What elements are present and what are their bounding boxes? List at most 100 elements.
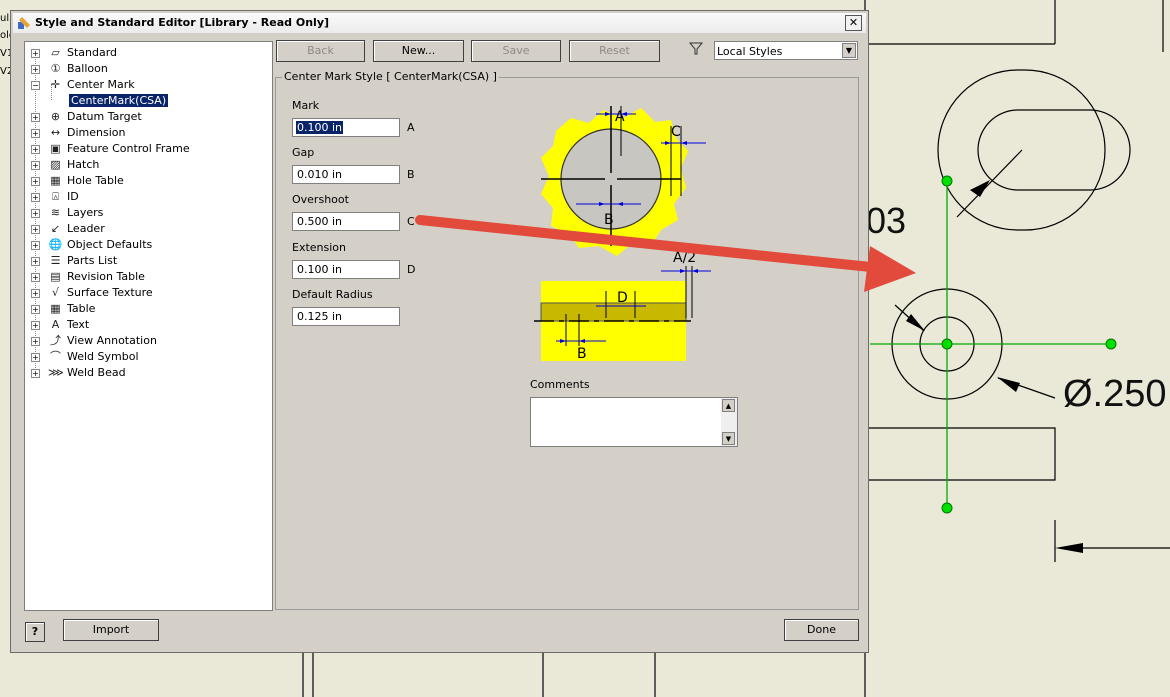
scroll-up-icon[interactable]: ▲ [722, 399, 735, 412]
tree-item-label: Dimension [67, 126, 126, 139]
style-filter-value: Local Styles [717, 45, 783, 58]
gap-field[interactable]: 0.010 in [292, 165, 400, 184]
expand-icon[interactable]: + [31, 369, 40, 378]
style-tree[interactable]: + ▱ Standard + ① Balloon − ✛ Center Mark CenterMa… [24, 41, 273, 611]
tree-item-label: Feature Control Frame [67, 142, 190, 155]
tree-item-table[interactable]: + ▦ Table [25, 301, 270, 317]
filter-icon[interactable] [689, 41, 703, 55]
tree-item-label: Datum Target [67, 110, 142, 123]
reset-button[interactable]: Reset [569, 40, 660, 62]
expand-icon[interactable]: + [31, 145, 40, 154]
expand-icon[interactable]: + [31, 337, 40, 346]
comments-textarea[interactable]: ▲ ▼ [530, 397, 738, 447]
overshoot-field[interactable]: 0.500 in [292, 212, 400, 231]
comments-label: Comments [530, 378, 590, 391]
style-editor-dialog: Style and Standard Editor [Library - Rea… [10, 10, 869, 653]
save-button[interactable]: Save [471, 40, 561, 62]
tree-item-feature-control-frame[interactable]: + ▣ Feature Control Frame [25, 141, 270, 157]
expand-icon[interactable]: + [31, 161, 40, 170]
tree-item-dimension[interactable]: + ↔ Dimension [25, 125, 270, 141]
style-filter-select[interactable]: Local Styles ▼ [714, 41, 858, 60]
leader-icon: ↙ [50, 222, 61, 235]
expand-icon[interactable]: + [31, 321, 40, 330]
tree-item-revision-table[interactable]: + ▤ Revision Table [25, 269, 270, 285]
id-icon: ⍓ [52, 190, 59, 203]
expand-icon[interactable]: + [31, 225, 40, 234]
chevron-down-icon[interactable]: ▼ [842, 43, 856, 58]
expand-icon[interactable]: + [31, 193, 40, 202]
tree-item-surface-texture[interactable]: + √ Surface Texture [25, 285, 270, 301]
diagram-label-b2: B [577, 346, 587, 362]
tree-item-weld-bead[interactable]: + ⋙ Weld Bead [25, 365, 270, 381]
expand-icon[interactable]: + [31, 353, 40, 362]
tree-item-parts-list[interactable]: + ☰ Parts List [25, 253, 270, 269]
revision-table-icon: ▤ [50, 270, 61, 283]
tree-item-leader[interactable]: + ↙ Leader [25, 221, 270, 237]
weld-bead-icon: ⋙ [48, 366, 64, 379]
tree-item-view-annotation[interactable]: + ⤴ View Annotation [25, 333, 270, 349]
tree-item-label: Table [67, 302, 96, 315]
tree-item-object-defaults[interactable]: + 🌐 Object Defaults [25, 237, 270, 253]
overshoot-value: 0.500 in [297, 215, 343, 228]
tree-item-standard[interactable]: + ▱ Standard [25, 45, 270, 61]
tree-item-weld-symbol[interactable]: + ⌒ Weld Symbol [25, 349, 270, 365]
mark-field[interactable]: 0.100 in [292, 118, 400, 137]
tree-item-hole-table[interactable]: + ▦ Hole Table [25, 173, 270, 189]
close-button[interactable]: ✕ [845, 15, 862, 31]
hatch-icon: ▨ [50, 158, 61, 171]
tree-item-text[interactable]: + A Text [25, 317, 270, 333]
tree-item-label: Surface Texture [67, 286, 153, 299]
tree-item-label: Revision Table [67, 270, 145, 283]
diagram-label-d: D [617, 290, 628, 306]
default-radius-field[interactable]: 0.125 in [292, 307, 400, 326]
expand-icon[interactable]: + [31, 305, 40, 314]
expand-icon[interactable]: + [31, 49, 40, 58]
new-button[interactable]: New... [373, 40, 464, 62]
expand-icon[interactable]: + [31, 289, 40, 298]
weld-symbol-icon: ⌒ [50, 350, 61, 363]
scroll-down-icon[interactable]: ▼ [722, 432, 735, 445]
expand-icon[interactable]: + [31, 257, 40, 266]
tree-item-layers[interactable]: + ≋ Layers [25, 205, 270, 221]
mark-label: Mark [292, 99, 320, 112]
default-radius-value: 0.125 in [297, 310, 343, 323]
expand-icon[interactable]: + [31, 209, 40, 218]
tree-item-center-mark[interactable]: − ✛ Center Mark [25, 77, 270, 93]
collapse-icon[interactable]: − [31, 81, 40, 90]
tree-item-label: Hole Table [67, 174, 124, 187]
back-button[interactable]: Back [276, 40, 365, 62]
import-button[interactable]: Import [63, 619, 159, 641]
tree-item-label: Balloon [67, 62, 108, 75]
tree-item-id[interactable]: + ⍓ ID [25, 189, 270, 205]
tree-item-hatch[interactable]: + ▨ Hatch [25, 157, 270, 173]
diagram-label-b: B [604, 212, 614, 228]
dimension-text-top: 03 [866, 200, 907, 241]
expand-icon[interactable]: + [31, 113, 40, 122]
tree-item-datum-target[interactable]: + ⊕ Datum Target [25, 109, 270, 125]
expand-icon[interactable]: + [31, 241, 40, 250]
center-mark-icon: ✛ [50, 78, 61, 91]
diagram-label-a: A [615, 109, 625, 125]
mark-letter: A [407, 121, 415, 134]
extension-field[interactable]: 0.100 in [292, 260, 400, 279]
diagram-label-c: C [671, 124, 681, 140]
layers-icon: ≋ [50, 206, 61, 219]
expand-icon[interactable]: + [31, 65, 40, 74]
object-defaults-icon: 🌐 [48, 238, 63, 251]
datum-target-icon: ⊕ [50, 110, 61, 123]
help-button[interactable]: ? [25, 622, 45, 642]
diagram-label-a-half: A/2 [673, 250, 696, 266]
title-bar: Style and Standard Editor [Library - Rea… [13, 13, 866, 33]
expand-icon[interactable]: + [31, 177, 40, 186]
done-button[interactable]: Done [784, 619, 859, 641]
expand-icon[interactable]: + [31, 273, 40, 282]
center-mark-diagram: A C B A/2 D B [534, 106, 711, 362]
comments-scrollbar[interactable]: ▲ ▼ [721, 398, 737, 446]
tree-item-label: Text [67, 318, 90, 331]
expand-icon[interactable]: + [31, 129, 40, 138]
extension-label: Extension [292, 241, 347, 254]
feature-control-frame-icon: ▣ [50, 142, 61, 155]
tree-item-balloon[interactable]: + ① Balloon [25, 61, 270, 77]
tree-item-centermark-csa[interactable]: CenterMark(CSA) [25, 93, 270, 109]
tree-item-label: Weld Symbol [67, 350, 139, 363]
